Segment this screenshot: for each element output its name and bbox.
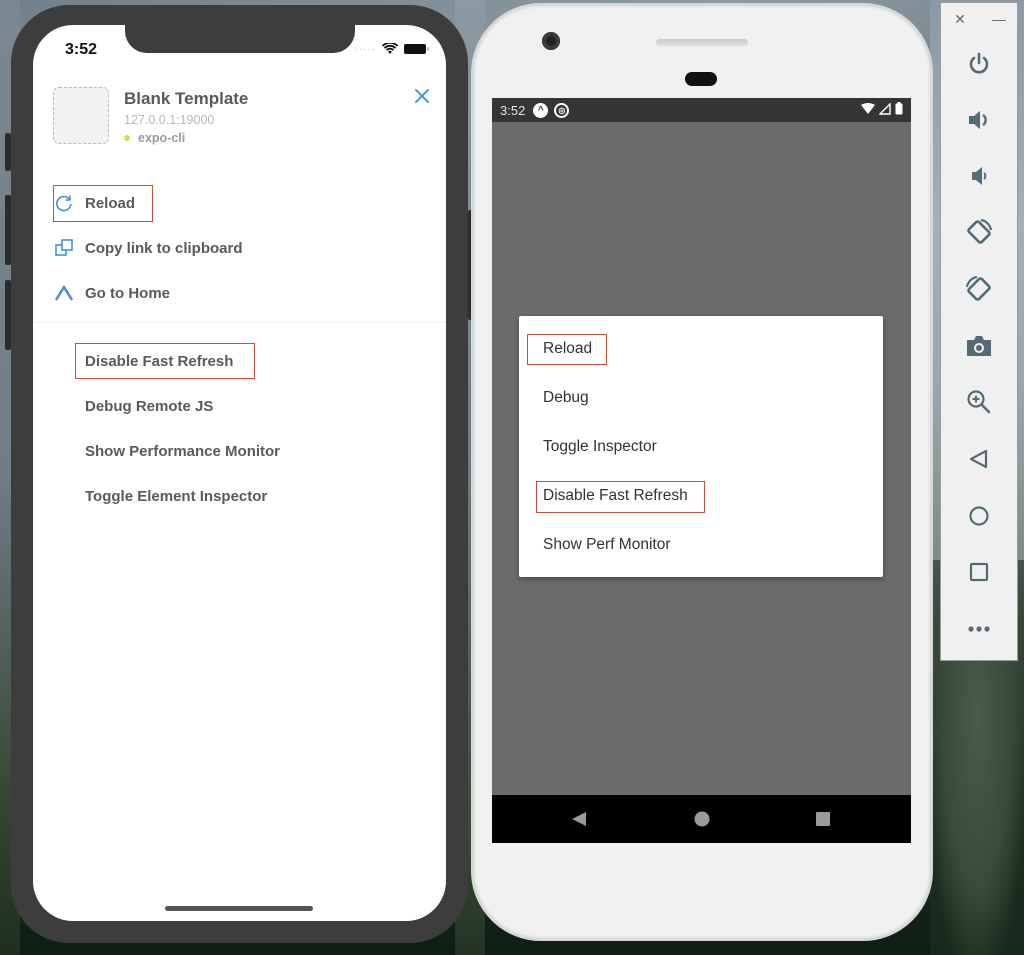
home-button[interactable] [963, 500, 995, 532]
toggle-inspector-menu-item[interactable]: Toggle Inspector [543, 438, 657, 456]
debug-menu-item[interactable]: Debug [543, 389, 589, 407]
cell-signal-icon [879, 102, 891, 115]
earpiece-speaker [656, 39, 748, 47]
rotate-right-icon [965, 275, 991, 301]
android-status-bar: 3:52 ^ ◎ [492, 98, 911, 122]
android-status-icons [861, 102, 903, 115]
data-saver-icon: ◎ [554, 102, 570, 118]
back-icon [969, 449, 988, 469]
zoom-icon [967, 390, 991, 414]
app-title: Blank Template [124, 89, 249, 108]
show-performance-monitor-button[interactable]: Show Performance Monitor [85, 443, 280, 460]
volume-down-button[interactable] [963, 160, 995, 192]
copy-icon [53, 237, 75, 259]
reload-label: Reload [85, 194, 136, 212]
camera-icon [967, 336, 991, 356]
reload-button[interactable]: Reload [53, 188, 135, 218]
app-icon-placeholder [53, 87, 109, 144]
wifi-icon [382, 43, 398, 54]
window-controls: ✕ — [941, 11, 1019, 28]
power-button[interactable] [963, 48, 995, 80]
disable-fast-refresh-menu-item[interactable]: Disable Fast Refresh [543, 487, 688, 505]
copy-link-label: Copy link to clipboard [85, 239, 243, 257]
overview-icon [969, 562, 989, 582]
reload-menu-item[interactable]: Reload [543, 340, 592, 358]
front-camera [542, 32, 560, 50]
zoom-button[interactable] [963, 386, 995, 418]
volume-up-icon [969, 111, 987, 129]
debug-remote-js-button[interactable]: Debug Remote JS [85, 398, 213, 415]
more-button[interactable] [963, 613, 995, 645]
signal-icon: ····· [354, 43, 376, 55]
dev-menu-dialog: Reload Debug Toggle Inspector Disable Fa… [519, 316, 883, 577]
proximity-sensor [685, 72, 717, 86]
close-icon[interactable] [411, 85, 433, 107]
close-icon[interactable]: ✕ [954, 11, 966, 28]
home-icon[interactable] [694, 811, 710, 827]
overview-icon[interactable] [815, 811, 831, 827]
reload-icon [53, 192, 75, 214]
expo-home-icon [53, 282, 75, 304]
home-icon [969, 506, 989, 526]
battery-icon [895, 102, 903, 115]
ios-volume-up-button[interactable] [5, 195, 11, 265]
back-button[interactable] [963, 443, 995, 475]
divider [33, 322, 446, 323]
overview-button[interactable] [963, 556, 995, 588]
ios-screen: 3:52 ····· Blank Template 127.0.0.1:1900… [33, 25, 446, 921]
emulator-toolbar: ✕ — [940, 2, 1018, 661]
copy-link-button[interactable]: Copy link to clipboard [53, 233, 243, 263]
ios-notch [125, 25, 355, 53]
power-icon [969, 52, 989, 74]
go-to-home-button[interactable]: Go to Home [53, 278, 170, 308]
rotate-left-button[interactable] [963, 216, 995, 248]
more-icon [968, 626, 990, 632]
go-to-home-label: Go to Home [85, 284, 170, 302]
ios-status-time: 3:52 [65, 41, 98, 58]
minimize-icon[interactable]: — [992, 11, 1006, 28]
rotate-right-button[interactable] [963, 273, 995, 305]
ios-mute-switch[interactable] [5, 133, 11, 171]
rotate-left-icon [967, 218, 993, 244]
back-icon[interactable] [571, 811, 587, 827]
battery-icon [404, 44, 429, 54]
disable-fast-refresh-button[interactable]: Disable Fast Refresh [85, 353, 233, 370]
ios-status-icons: ····· [354, 43, 429, 55]
android-emulator-device: 3:52 ^ ◎ Reload Debug Toggle Inspector D… [471, 3, 933, 941]
home-indicator[interactable] [165, 906, 313, 911]
toggle-element-inspector-button[interactable]: Toggle Element Inspector [85, 488, 267, 505]
android-navigation-bar [492, 795, 911, 843]
wifi-icon [861, 102, 875, 114]
android-screen: 3:52 ^ ◎ Reload Debug Toggle Inspector D… [492, 98, 911, 843]
show-perf-monitor-menu-item[interactable]: Show Perf Monitor [543, 536, 671, 554]
expo-notification-icon: ^ [533, 102, 549, 118]
android-status-time: 3:52 [500, 102, 526, 118]
app-url: 127.0.0.1:19000 [124, 113, 215, 127]
app-runtime: expo-cli [124, 131, 185, 145]
screenshot-button[interactable] [963, 330, 995, 362]
runtime-label: expo-cli [138, 131, 186, 145]
connection-status-dot [124, 135, 130, 141]
ios-volume-down-button[interactable] [5, 280, 11, 350]
volume-down-icon [972, 167, 987, 185]
volume-up-button[interactable] [963, 104, 995, 136]
